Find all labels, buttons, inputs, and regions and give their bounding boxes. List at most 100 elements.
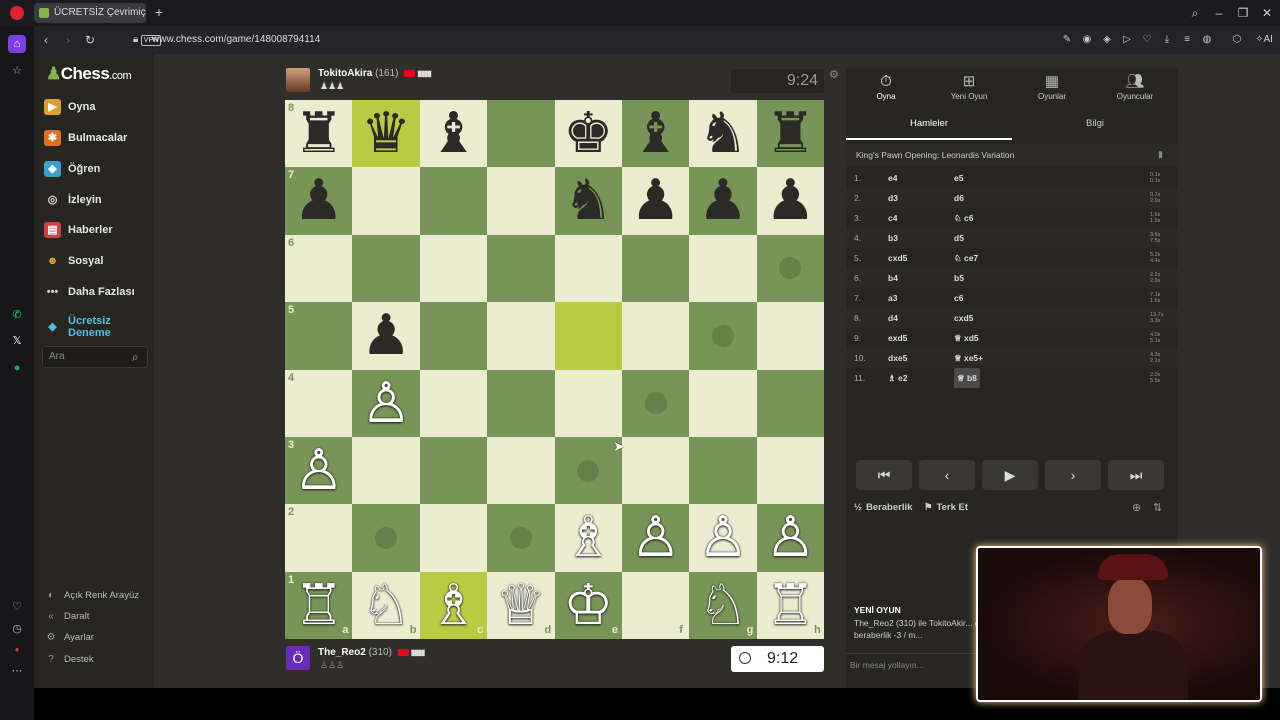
nav-collapse[interactable]: « Daralt — [44, 609, 89, 625]
ai-icon[interactable]: ✧AI — [1254, 33, 1274, 47]
chess-logo[interactable]: ♟Chess.com — [46, 64, 132, 84]
next-move-button[interactable]: › — [1045, 460, 1101, 490]
white-move[interactable]: b4 — [888, 268, 898, 288]
white-move[interactable]: b3 — [888, 228, 898, 248]
black-move[interactable]: d5 — [954, 228, 964, 248]
piece-h2[interactable]: ♙ — [757, 504, 824, 571]
nav-item-free-trial[interactable]: ◆ Ücretsiz Deneme — [44, 312, 152, 342]
edit-icon[interactable]: ✎ — [1060, 33, 1074, 47]
black-move[interactable]: ♘ ce7 — [954, 248, 978, 268]
url-field[interactable]: www.chess.com/game/148008794114 — [152, 34, 320, 45]
piece-e8[interactable]: ♚ — [555, 100, 622, 167]
piece-g7[interactable]: ♟ — [689, 167, 756, 234]
white-move[interactable]: exd5 — [888, 328, 907, 348]
square-f3[interactable] — [621, 436, 690, 505]
nav-item-oyna[interactable]: ▶ Oyna — [44, 96, 152, 118]
piece-d1[interactable]: ♕ — [487, 572, 554, 639]
piece-f2[interactable]: ♙ — [622, 504, 689, 571]
black-move[interactable]: b5 — [954, 268, 964, 288]
subtab-hamleler[interactable]: Hamleler — [846, 114, 1012, 140]
square-b6[interactable] — [352, 234, 420, 303]
piece-c8[interactable]: ♝ — [420, 100, 487, 167]
square-c7[interactable] — [419, 167, 488, 235]
square-c2[interactable] — [419, 504, 488, 572]
nav-item-sosyal[interactable]: ☻ Sosyal — [44, 250, 152, 272]
nav-item-ogren[interactable]: ◆ Öğren — [44, 158, 152, 180]
square-c5[interactable] — [419, 302, 488, 370]
square-b7[interactable] — [352, 167, 420, 235]
menu-icon[interactable]: ≡ — [1180, 33, 1194, 47]
black-move[interactable]: c6 — [954, 288, 963, 308]
piece-h8[interactable]: ♜ — [757, 100, 824, 167]
square-a5[interactable] — [285, 302, 353, 370]
piece-g8[interactable]: ♞ — [689, 100, 756, 167]
heart-icon[interactable]: ♡ — [1140, 33, 1154, 47]
square-d7[interactable] — [487, 167, 555, 235]
square-h3[interactable] — [756, 436, 825, 505]
square-c6[interactable] — [419, 234, 488, 303]
profile-icon[interactable]: ◍ — [1200, 33, 1214, 47]
black-move[interactable]: ♕ b8 — [954, 368, 980, 388]
square-c4[interactable] — [419, 369, 488, 437]
play-icon[interactable]: ▷ — [1120, 33, 1134, 47]
square-f5[interactable] — [621, 302, 690, 370]
bottom-player-name[interactable]: The_Reo2 — [318, 647, 366, 658]
camera-icon[interactable]: ◉ — [1080, 33, 1094, 47]
avatar[interactable] — [286, 68, 310, 92]
nav-support[interactable]: ? Destek — [44, 652, 93, 668]
nav-light-theme[interactable]: ◐ Açık Renk Arayüz — [44, 588, 139, 604]
back-button[interactable]: ‹ — [38, 32, 54, 48]
history-icon[interactable]: ◷ — [8, 620, 26, 638]
move-hint-d2[interactable] — [509, 526, 532, 549]
square-g3[interactable] — [689, 436, 757, 505]
white-move[interactable]: e4 — [888, 168, 897, 188]
piece-f7[interactable]: ♟ — [622, 167, 689, 234]
white-move[interactable]: cxd5 — [888, 248, 907, 268]
square-d8[interactable] — [487, 100, 555, 168]
black-move[interactable]: ♕ xe5+ — [954, 348, 983, 368]
square-a6[interactable] — [285, 234, 353, 303]
piece-b1[interactable]: ♘ — [352, 572, 419, 639]
black-move[interactable]: ♘ c6 — [954, 208, 973, 228]
tab-oyuncular[interactable]: 👥︎ Oyuncular — [1095, 72, 1175, 106]
play-button[interactable]: ▶ — [982, 460, 1038, 490]
maximize-button[interactable]: ❐ — [1235, 5, 1251, 21]
gear-icon[interactable]: ⚙ — [829, 68, 839, 81]
white-move[interactable]: ♗ e2 — [888, 368, 907, 388]
prev-move-button[interactable]: ‹ — [919, 460, 975, 490]
square-e6[interactable] — [554, 234, 622, 303]
more-icon[interactable]: ⋯ — [8, 662, 26, 680]
square-c3[interactable] — [419, 436, 488, 505]
square-e4[interactable] — [554, 369, 622, 437]
piece-a7[interactable]: ♟ — [285, 167, 352, 234]
download-icon[interactable]: ⤓ — [1160, 33, 1174, 47]
book-icon[interactable]: ▮ — [1158, 149, 1163, 160]
add-icon[interactable]: ⊕ — [1132, 501, 1141, 514]
square-d4[interactable] — [487, 369, 555, 437]
piece-b4[interactable]: ♙ — [352, 370, 419, 437]
square-a2[interactable] — [285, 504, 353, 572]
nav-item-izleyin[interactable]: ◎ İzleyin — [44, 189, 152, 211]
last-move-button[interactable]: ⏭︎ — [1108, 460, 1164, 490]
piece-e1[interactable]: ♔ — [555, 572, 622, 639]
extension-icon[interactable]: ⬡ — [1230, 33, 1244, 47]
square-h4[interactable] — [756, 369, 825, 437]
move-hint-g5[interactable] — [711, 324, 734, 347]
white-move[interactable]: d3 — [888, 188, 898, 208]
white-move[interactable]: d4 — [888, 308, 898, 328]
subtab-bilgi[interactable]: Bilgi — [1012, 114, 1178, 140]
search-icon[interactable]: ⌕ — [1187, 5, 1203, 21]
reload-button[interactable]: ↻ — [82, 32, 98, 48]
square-f6[interactable] — [621, 234, 690, 303]
black-move[interactable]: e5 — [954, 168, 963, 188]
browser-tab[interactable]: ÜCRETSİZ Çevrimiçi Satranç — [34, 3, 146, 23]
square-d3[interactable] — [487, 436, 555, 505]
draw-button[interactable]: ½ Beraberlik — [854, 502, 912, 513]
black-move[interactable]: d6 — [954, 188, 964, 208]
nav-settings[interactable]: ⚙ Ayarlar — [44, 630, 94, 646]
piece-b8[interactable]: ♛ — [352, 100, 419, 167]
move-hint-e3[interactable] — [577, 459, 600, 482]
white-move[interactable]: c4 — [888, 208, 897, 228]
white-move[interactable]: a3 — [888, 288, 897, 308]
piece-g2[interactable]: ♙ — [689, 504, 756, 571]
